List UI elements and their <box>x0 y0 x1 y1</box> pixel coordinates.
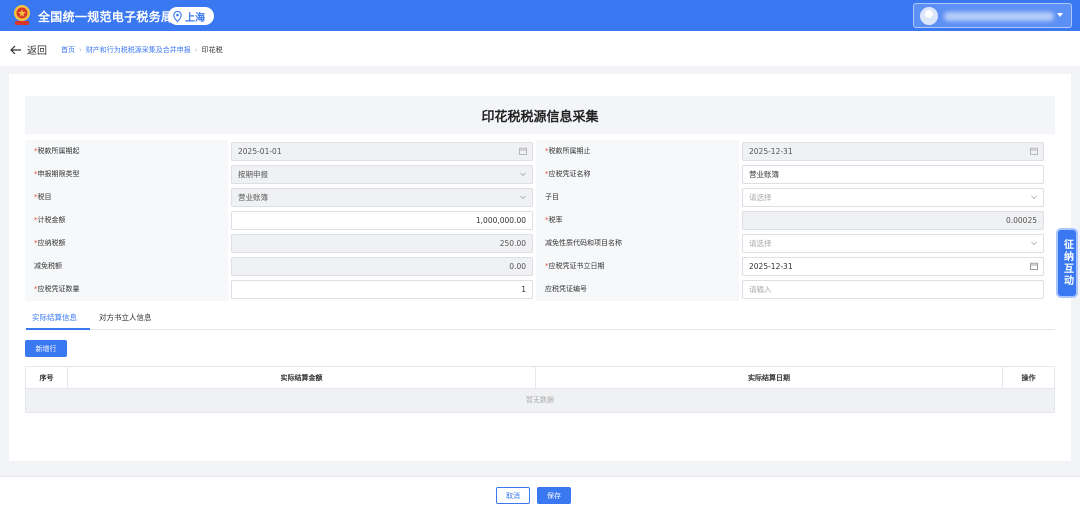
top-bar: 全国统一规范电子税务局 上海 <box>0 0 1080 31</box>
taxable-amount-input[interactable]: 1,000,000.00 <box>231 211 533 230</box>
add-row-button[interactable]: 新增行 <box>25 340 67 357</box>
settlement-table: 序号 实际结算金额 实际结算日期 操作 暂无数据 <box>25 366 1055 413</box>
breadcrumb-section[interactable]: 财产和行为税税源采集及合并申报 <box>86 45 191 55</box>
field-label: *应税凭证名称 <box>536 163 739 186</box>
form-row: *应税凭证数量 1 应税凭证编号 请输入 <box>25 278 1055 301</box>
location-pin-icon <box>173 10 182 22</box>
voucher-date-input[interactable]: 2025-12-31 <box>742 257 1044 276</box>
field-label: *计税金额 <box>25 209 228 232</box>
chevron-down-icon <box>1031 195 1037 200</box>
form-row: *税目 营业账簿 子目 请选择 <box>25 186 1055 209</box>
chevron-down-icon <box>1057 13 1063 17</box>
nav-row: 返回 首页 › 财产和行为税税源采集及合并申报 › 印花税 <box>0 31 1080 66</box>
avatar <box>920 7 938 25</box>
field-label: *税款所属期止 <box>536 140 739 163</box>
tab-bar: 实际结算信息 对方书立人信息 <box>25 306 1055 330</box>
breadcrumb-home[interactable]: 首页 <box>61 45 75 55</box>
region-selector[interactable]: 上海 <box>168 7 214 25</box>
footer-bar: 取消 保存 <box>0 476 1080 512</box>
chevron-down-icon <box>520 172 526 177</box>
form-row: *税款所属期起 2025-01-01 *税款所属期止 2025-12-31 <box>25 140 1055 163</box>
tax-item-select[interactable]: 营业账簿 <box>231 188 533 207</box>
voucher-name-input[interactable]: 营业账簿 <box>742 165 1044 184</box>
form-row: *计税金额 1,000,000.00 *税率 0.00025 <box>25 209 1055 232</box>
form-row: *申报期限类型 按期申报 *应税凭证名称 营业账簿 <box>25 163 1055 186</box>
field-label: 子目 <box>536 186 739 209</box>
tax-reduction-input: 0.00 <box>231 257 533 276</box>
user-name-redacted <box>944 12 1054 21</box>
tax-emblem-icon <box>14 5 30 25</box>
page-title: 印花税税源信息采集 <box>481 109 599 125</box>
sub-item-select[interactable]: 请选择 <box>742 188 1044 207</box>
region-label: 上海 <box>185 12 205 24</box>
period-start-input[interactable]: 2025-01-01 <box>231 142 533 161</box>
field-label: *申报期限类型 <box>25 163 228 186</box>
user-menu[interactable] <box>913 3 1072 28</box>
column-header: 操作 <box>1021 374 1036 382</box>
voucher-number-input[interactable]: 请输入 <box>742 280 1044 299</box>
field-label: 应税凭证编号 <box>536 278 739 301</box>
calendar-icon <box>1030 262 1038 270</box>
breadcrumb: 首页 › 财产和行为税税源采集及合并申报 › 印花税 <box>61 45 223 55</box>
cancel-button[interactable]: 取消 <box>496 487 530 504</box>
back-label: 返回 <box>27 46 47 57</box>
field-label: *应纳税额 <box>25 232 228 255</box>
field-label: *应税凭证数量 <box>25 278 228 301</box>
chevron-down-icon <box>520 195 526 200</box>
form-header: 印花税税源信息采集 <box>25 96 1055 134</box>
field-label: *税目 <box>25 186 228 209</box>
column-header: 序号 <box>26 367 68 389</box>
form-row: *应纳税额 250.00 减免性质代码和项目名称 请选择 <box>25 232 1055 255</box>
column-header: 实际结算金额 <box>68 367 536 389</box>
main-card: 印花税税源信息采集 *税款所属期起 2025-01-01 *税款所属期止 202… <box>9 74 1071 461</box>
breadcrumb-separator: › <box>79 46 82 54</box>
breadcrumb-separator: › <box>194 46 198 54</box>
field-label: 减免税额 <box>25 255 228 278</box>
tab-settlement-info[interactable]: 实际结算信息 <box>32 312 77 323</box>
field-label: *应税凭证书立日期 <box>536 255 739 278</box>
field-label: 减免性质代码和项目名称 <box>536 232 739 255</box>
app-title: 全国统一规范电子税务局 <box>38 10 174 24</box>
arrow-left-icon <box>10 45 21 54</box>
form-row: 减免税额 0.00 *应税凭证书立日期 2025-12-31 <box>25 255 1055 278</box>
exemption-code-select[interactable]: 请选择 <box>742 234 1044 253</box>
breadcrumb-current: 印花税 <box>201 46 223 54</box>
back-button[interactable]: 返回 <box>10 42 47 57</box>
voucher-count-input[interactable]: 1 <box>231 280 533 299</box>
table-empty-state: 暂无数据 <box>26 389 1054 412</box>
period-end-input[interactable]: 2025-12-31 <box>742 142 1044 161</box>
tab-counterparty-info[interactable]: 对方书立人信息 <box>99 312 152 323</box>
calendar-icon <box>1030 147 1038 155</box>
field-label: *税率 <box>536 209 739 232</box>
column-header: 实际结算日期 <box>536 367 1003 389</box>
interaction-float-button[interactable]: 征纳互动 <box>1056 228 1078 298</box>
calendar-icon <box>519 147 527 155</box>
table-header: 序号 实际结算金额 实际结算日期 操作 <box>26 367 1054 389</box>
period-type-select[interactable]: 按期申报 <box>231 165 533 184</box>
tax-payable-input: 250.00 <box>231 234 533 253</box>
save-button[interactable]: 保存 <box>537 487 571 504</box>
chevron-down-icon <box>1031 241 1037 246</box>
tax-rate-input: 0.00025 <box>742 211 1044 230</box>
active-tab-indicator <box>26 328 90 330</box>
field-label: *税款所属期起 <box>25 140 228 163</box>
